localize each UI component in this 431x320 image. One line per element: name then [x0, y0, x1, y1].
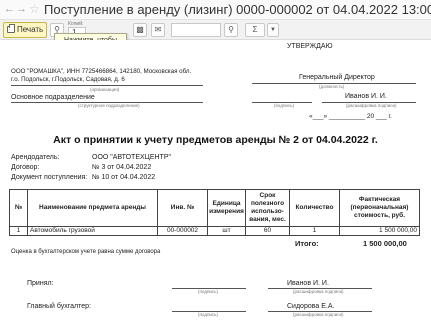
- director-name-caption: (расшифровка подписи): [346, 103, 397, 108]
- chevron-down-icon: ▼: [270, 27, 276, 33]
- organization-underline: [11, 85, 203, 86]
- approve-label: УТВЕРЖДАЮ: [287, 43, 333, 50]
- department-caption: (структурное подразделение): [78, 103, 140, 108]
- row-number: 1: [9, 226, 28, 236]
- lessor-value: ООО "АВТОТЕХЦЕНТР": [92, 154, 171, 161]
- organization-name: ООО "РОМАШКА", ИНН 7725466864, 142180, М…: [11, 68, 192, 83]
- send-email-button[interactable]: ✉: [151, 23, 165, 37]
- director-name: Иванов И. И.: [345, 93, 387, 100]
- contract-label: Договор:: [11, 164, 40, 171]
- save-document-button[interactable]: ▩: [133, 23, 147, 37]
- received-name: Иванов И. И.: [287, 280, 329, 287]
- accountant-signature-caption: (подпись): [198, 312, 219, 317]
- row-inventory-number: 00-000002: [157, 226, 208, 236]
- sum-button[interactable]: Σ: [245, 23, 265, 37]
- save-icon: ▩: [136, 25, 144, 34]
- assessment-note: Оценка в бухгалтерском учете равна сумме…: [11, 249, 161, 255]
- department-name: Основное подразделение: [11, 94, 95, 101]
- table-header-row: № Наименование предмета аренды Инв. № Ед…: [9, 189, 420, 227]
- table-row: 1 Автомобиль грузовой 00-000002 шт 60 1 …: [9, 226, 420, 236]
- received-label: Принял:: [27, 280, 54, 287]
- search-field[interactable]: [171, 23, 221, 37]
- search-button[interactable]: ⚲: [224, 23, 238, 37]
- print-button[interactable]: Печать: [3, 22, 47, 38]
- received-signature-caption: (подпись): [198, 289, 219, 294]
- column-header-quantity: Количество: [289, 189, 340, 227]
- column-header-term: Срок полезного использо-вания, мес.: [245, 189, 290, 227]
- contract-value: № 3 от 04.04.2022: [92, 164, 152, 171]
- receipt-document-label: Документ поступления:: [11, 174, 88, 181]
- row-item-name: Автомобиль грузовой: [27, 226, 158, 236]
- search-icon: ⚲: [228, 25, 234, 34]
- approval-date: «___» __________ 20 ___ г.: [309, 113, 392, 120]
- print-form-document: УТВЕРЖДАЮ ООО "РОМАШКА", ИНН 7725466864,…: [0, 40, 431, 320]
- accountant-label: Главный бухгалтер:: [27, 303, 91, 310]
- row-cost: 1 500 000,00: [339, 226, 420, 236]
- lease-items-table: № Наименование предмета аренды Инв. № Ед…: [9, 189, 420, 236]
- director-signature-caption: (подпись): [274, 103, 295, 108]
- row-unit: шт: [207, 226, 246, 236]
- total-label: Итого:: [295, 239, 319, 248]
- window-titlebar: ← → ☆ Поступление в аренду (лизинг) 0000…: [0, 0, 431, 20]
- star-icon[interactable]: ☆: [29, 2, 40, 16]
- accountant-name: Сидорова Е.А.: [287, 303, 335, 310]
- received-name-caption: (расшифровка подписи): [293, 289, 344, 294]
- row-quantity: 1: [289, 226, 340, 236]
- lessor-label: Арендодатель:: [11, 154, 60, 161]
- arrow-right-icon[interactable]: →: [15, 3, 28, 16]
- column-header-number: №: [9, 189, 28, 227]
- window-title: Поступление в аренду (лизинг) 0000-00000…: [44, 2, 431, 17]
- sum-icon: Σ: [252, 25, 258, 34]
- envelope-icon: ✉: [154, 25, 162, 34]
- total-value: 1 500 000,00: [363, 239, 407, 248]
- column-header-name: Наименование предмета аренды: [27, 189, 158, 227]
- printer-icon: [7, 24, 15, 33]
- director-position: Генеральный Директор: [299, 74, 375, 81]
- row-term: 60: [245, 226, 290, 236]
- position-caption: (должность): [319, 84, 345, 89]
- receipt-document-value: № 10 от 04.04.2022: [92, 174, 156, 181]
- column-header-unit: Единица измерения: [207, 189, 246, 227]
- column-header-inventory: Инв. №: [157, 189, 208, 227]
- print-button-label: Печать: [17, 25, 44, 34]
- accountant-name-caption: (расшифровка подписи): [293, 312, 344, 317]
- document-title: Акт о принятии к учету предметов аренды …: [53, 134, 378, 146]
- column-header-cost: Фактическая (первоначальная) стоимость, …: [339, 189, 420, 227]
- sum-dropdown-button[interactable]: ▼: [267, 23, 279, 37]
